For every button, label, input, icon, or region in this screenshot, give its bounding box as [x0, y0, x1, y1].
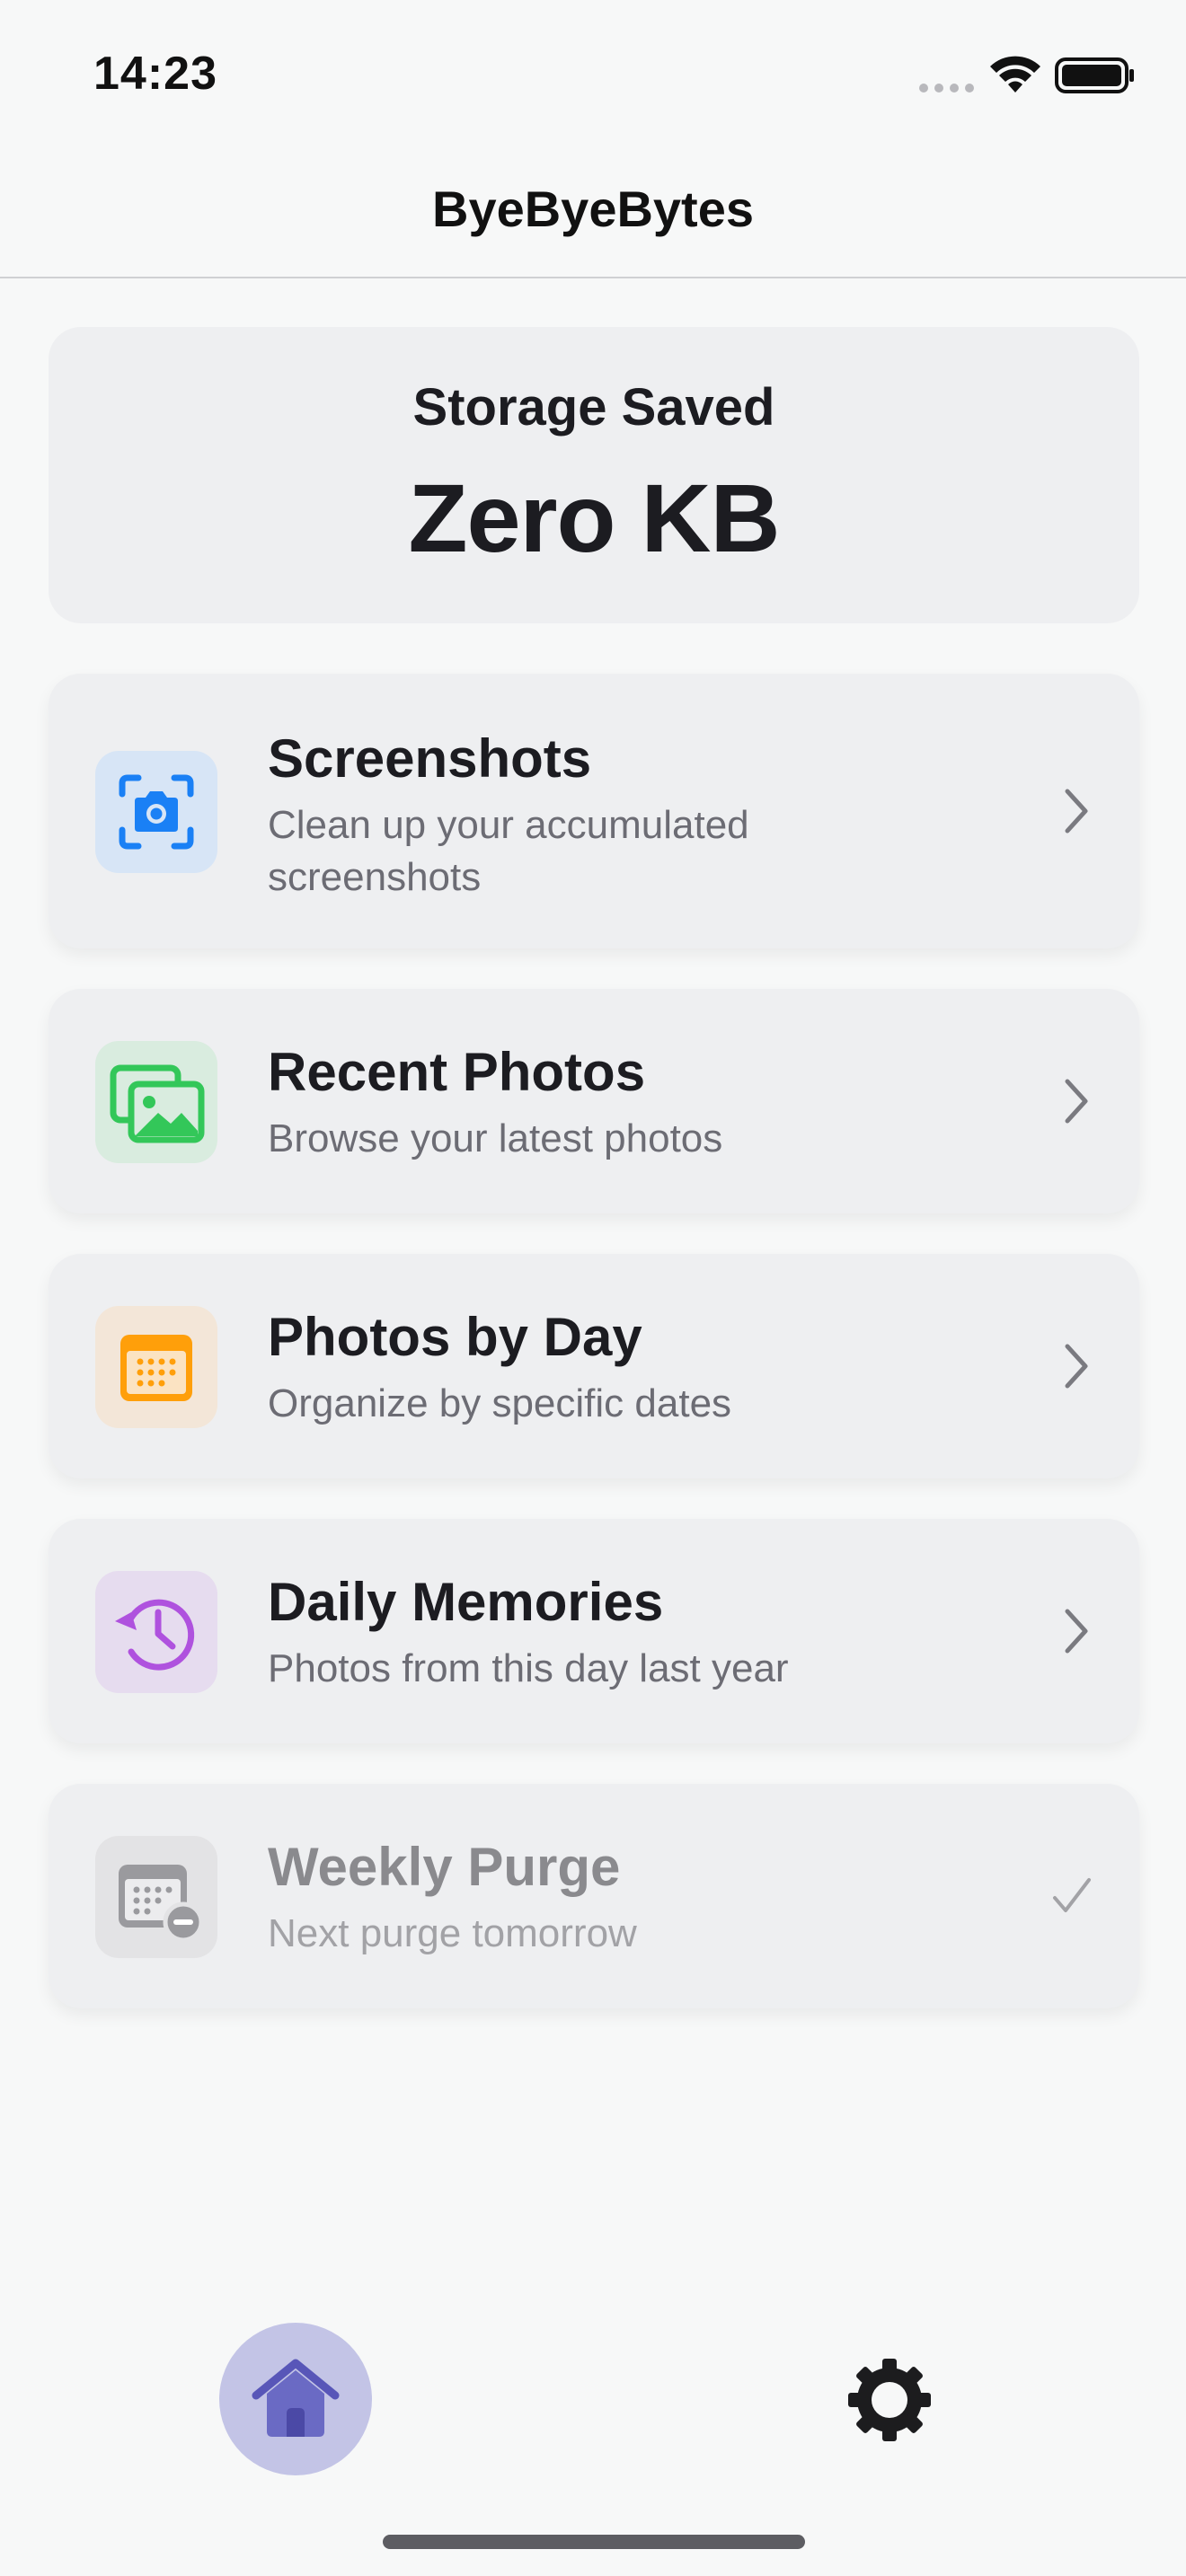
chevron-right-icon — [1065, 1079, 1088, 1124]
menu-item-title: Daily Memories — [268, 1572, 664, 1632]
house-icon — [252, 2359, 340, 2437]
chevron-right-icon — [1065, 1344, 1088, 1389]
menu-item-subtitle: Organize by specific dates — [268, 1381, 732, 1425]
recent-photos-icon-box — [95, 1041, 217, 1163]
menu-item-title: Recent Photos — [268, 1042, 646, 1102]
battery-icon — [1055, 57, 1134, 93]
menu-item-screenshots[interactable]: Screenshots Clean up your accumulated sc… — [49, 674, 1139, 948]
storage-saved-label: Storage Saved — [412, 378, 775, 437]
storage-saved-value: Zero KB — [408, 463, 780, 572]
weekly-purge-icon-box — [95, 1836, 217, 1958]
chevron-right-icon — [1065, 789, 1088, 834]
tab-home[interactable] — [219, 2323, 372, 2475]
menu-item-daily-memories[interactable]: Daily Memories Photos from this day last… — [49, 1519, 1139, 1743]
calendar-minus-icon — [119, 1865, 204, 1943]
screenshots-icon-box — [95, 751, 217, 873]
home-indicator — [383, 2535, 805, 2549]
nav-header: ByeByeBytes — [0, 144, 1186, 278]
storage-saved-card: Storage Saved Zero KB — [49, 327, 1139, 623]
menu-item-title: Screenshots — [268, 728, 592, 789]
chevron-right-icon — [1065, 1609, 1088, 1654]
clock-history-icon — [115, 1599, 195, 1671]
menu-item-subtitle: Browse your latest photos — [268, 1116, 723, 1160]
menu-item-subtitle: Photos from this day last year — [268, 1646, 789, 1690]
menu-item-title: Photos by Day — [268, 1307, 642, 1367]
wifi-icon — [990, 56, 1040, 93]
cellular-signal-icon — [919, 84, 974, 93]
gear-icon — [848, 2359, 931, 2441]
menu-item-subtitle: Clean up your accumulated screenshots — [268, 803, 749, 899]
camera-viewfinder-icon — [119, 774, 194, 850]
tab-settings[interactable] — [845, 2355, 934, 2445]
menu-item-weekly-purge[interactable]: Weekly Purge Next purge tomorrow — [49, 1784, 1139, 2008]
menu-item-photos-by-day[interactable]: Photos by Day Organize by specific dates — [49, 1254, 1139, 1478]
daily-memories-icon-box — [95, 1571, 217, 1693]
menu-item-subtitle: Next purge tomorrow — [268, 1911, 637, 1955]
menu-item-recent-photos[interactable]: Recent Photos Browse your latest photos — [49, 989, 1139, 1213]
checkmark-icon — [1053, 1878, 1091, 1912]
photos-by-day-icon-box — [95, 1306, 217, 1428]
calendar-icon — [120, 1335, 192, 1401]
status-bar: 14:23 — [0, 0, 1186, 144]
status-time: 14:23 — [93, 48, 217, 100]
page-title: ByeByeBytes — [432, 181, 754, 237]
menu-item-title: Weekly Purge — [268, 1837, 621, 1897]
photos-stack-icon — [110, 1064, 205, 1143]
